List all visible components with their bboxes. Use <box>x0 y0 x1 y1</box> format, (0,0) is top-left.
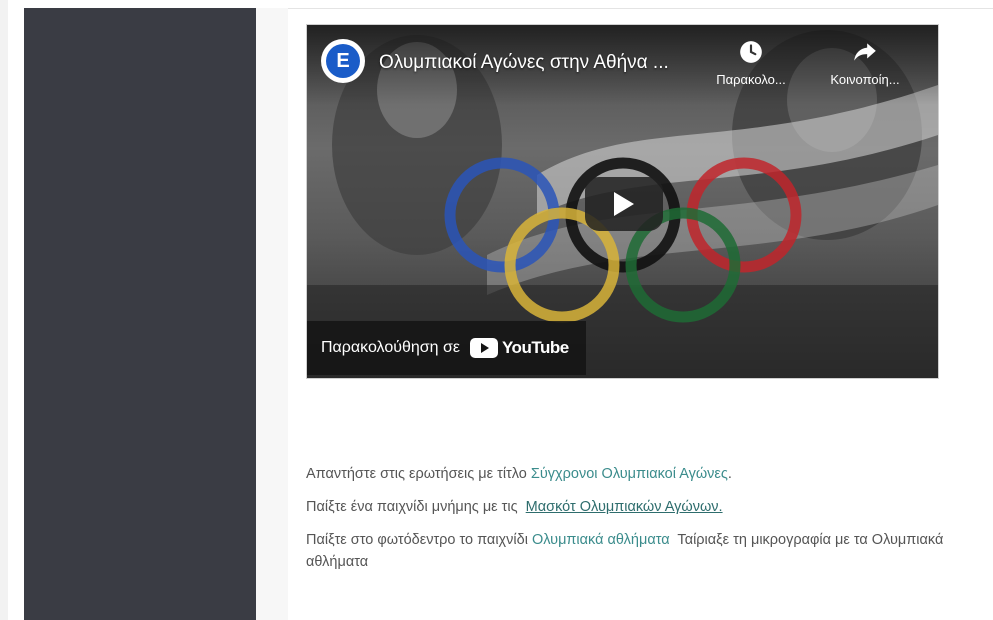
share-arrow-icon <box>854 43 876 61</box>
play-button[interactable] <box>585 177 663 231</box>
watch-later-button[interactable]: Παρακολο... <box>705 39 797 87</box>
activity-line-1: Απαντήστε στις ερωτήσεις με τίτλο Σύγχρο… <box>306 463 986 485</box>
play-icon <box>614 192 634 216</box>
watch-on-youtube-button[interactable]: Παρακολούθηση σε YouTube <box>307 321 586 375</box>
youtube-logo-icon <box>469 338 498 358</box>
sidebar <box>24 8 256 620</box>
watch-later-label: Παρακολο... <box>716 72 786 87</box>
share-button[interactable]: Κοινοποίη... <box>819 39 911 87</box>
clock-icon <box>740 41 762 63</box>
youtube-wordmark: YouTube <box>501 338 569 357</box>
activity-1-text: Απαντήστε στις ερωτήσεις με τίτλο <box>306 466 531 482</box>
video-title[interactable]: Ολυμπιακοί Αγώνες στην Αθήνα ... <box>379 52 669 74</box>
olympic-sports-game-link[interactable]: Ολυμπιακά αθλήματα <box>532 532 670 548</box>
left-gutter <box>0 0 8 620</box>
channel-avatar-letter: E <box>326 44 360 78</box>
youtube-logo: YouTube <box>469 338 569 358</box>
activity-2-text: Παίξτε ένα παιχνίδι μνήμης με τις <box>306 499 526 515</box>
share-label: Κοινοποίη... <box>830 72 900 87</box>
activity-1-suffix: . <box>727 466 732 482</box>
activity-line-2: Παίξτε ένα παιχνίδι μνήμης με τις Μασκότ… <box>306 496 986 518</box>
channel-avatar[interactable]: E <box>321 39 365 83</box>
activity-line-3: Παίξτε στο φωτόδεντρο το παιχνίδι Ολυμπι… <box>306 529 986 573</box>
watch-on-label: Παρακολούθηση σε <box>321 339 460 356</box>
sidebar-gap <box>256 8 288 620</box>
top-divider <box>288 8 993 9</box>
olympic-mascots-link[interactable]: Μασκότ Ολυμπιακών Αγώνων. <box>526 499 723 515</box>
youtube-embed[interactable]: E Ολυμπιακοί Αγώνες στην Αθήνα ... Παρακ… <box>306 24 939 379</box>
modern-olympics-quiz-link[interactable]: Σύγχρονοι Ολυμπιακοί Αγώνες <box>531 466 728 482</box>
activity-3-text: Παίξτε στο φωτόδεντρο το παιχνίδι <box>306 532 532 548</box>
activity-links: Απαντήστε στις ερωτήσεις με τίτλο Σύγχρο… <box>306 463 986 584</box>
